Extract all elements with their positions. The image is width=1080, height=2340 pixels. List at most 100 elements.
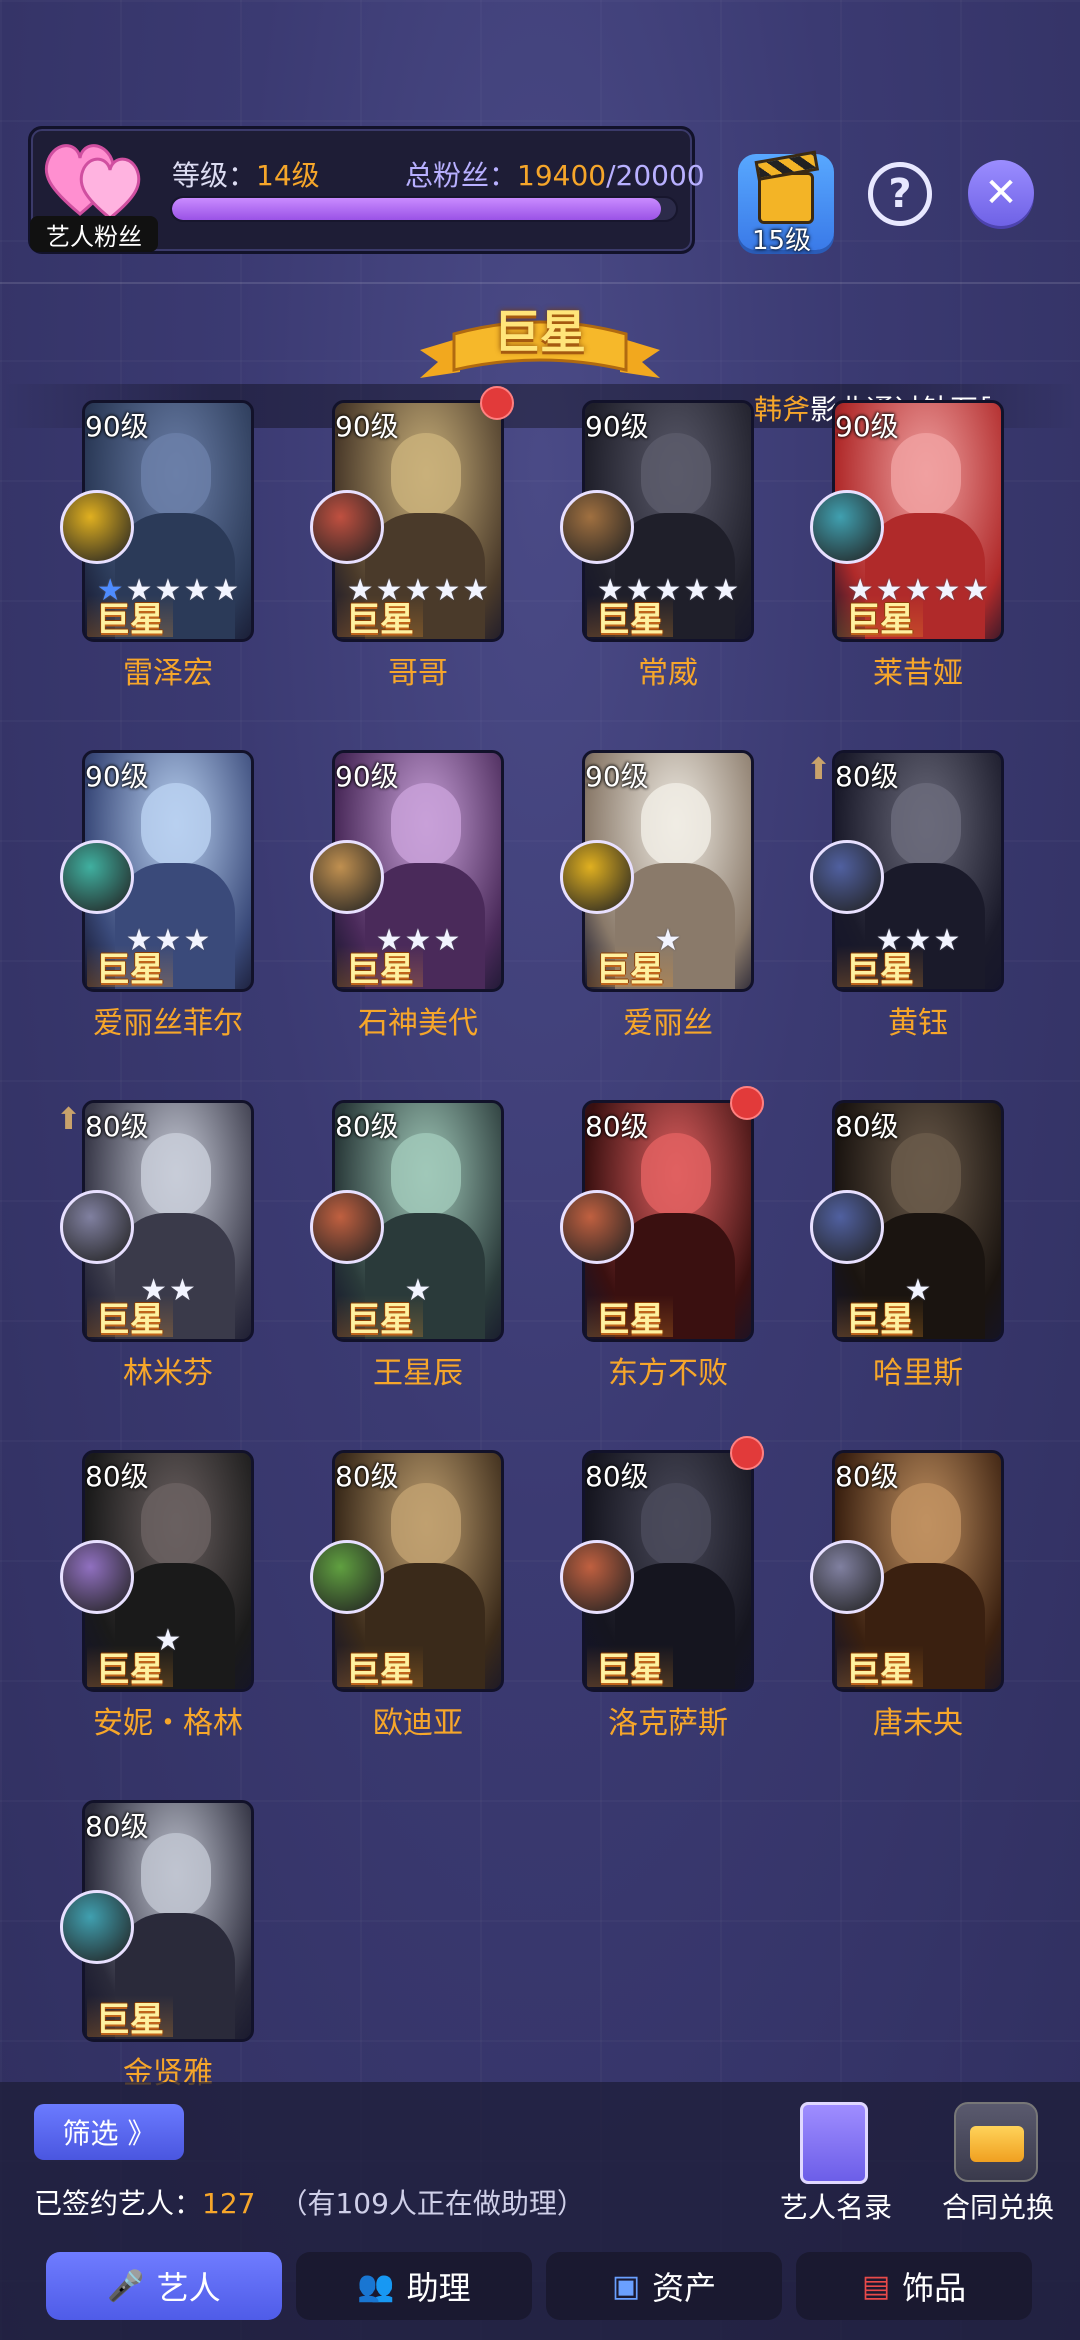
close-icon: ✕ [984,170,1018,216]
star-icon: ★ [183,573,211,608]
artist-rank: 巨星 [587,1645,673,1689]
clapperboard-icon [758,172,814,224]
artist-name: 欧迪亚 [373,1706,463,1741]
tab-artists[interactable]: 🎤 艺人 [46,2252,282,2320]
artist-name: 哈里斯 [873,1356,963,1391]
artist-level: 80级 [335,1460,399,1493]
question-icon: ? [888,171,912,217]
artist-rank: 巨星 [837,945,923,989]
fans-text: 总粉丝：19400/20000 [405,154,705,194]
genre-badge-icon [810,840,884,914]
artist-name: 黄钰 [888,1006,948,1041]
tab-assistants-label: 助理 [406,2269,471,2307]
star-icon: ★ [933,923,961,958]
genre-badge-icon [60,1540,134,1614]
star-icon: ★ [183,923,211,958]
genre-badge-icon [60,1890,134,1964]
artist-rank: 巨星 [337,595,423,639]
artist-level: 80级 [835,1110,899,1143]
genre-badge-icon [60,840,134,914]
hearts-icon [44,144,141,220]
artist-name: 林米芬 [123,1356,213,1391]
tab-assets-label: 资产 [652,2269,717,2307]
notification-dot [730,1436,764,1470]
rank-banner-title: 巨星 [494,305,586,359]
star-icon: ★ [683,573,711,608]
artist-rank: 巨星 [87,1295,173,1339]
artist-level: 90级 [585,410,649,443]
artist-figure [141,1483,211,1567]
artist-figure [891,1133,961,1217]
microphone-icon: 🎤 [107,2268,145,2304]
artist-name: 爱丽丝菲尔 [93,1006,243,1041]
artist-figure [891,433,961,517]
artist-level: 80级 [835,760,899,793]
artist-rank: 巨星 [87,1645,173,1689]
roster-book-icon[interactable] [800,2102,868,2184]
genre-badge-icon [310,840,384,914]
fans-prefix: 总粉丝： [405,159,518,192]
tab-accessories-label: 饰品 [902,2269,967,2307]
artist-figure [141,783,211,867]
genre-badge-icon [560,490,634,564]
artist-level: 90级 [335,760,399,793]
level-prefix: 等级： [172,159,257,192]
assistant-note: （有109人正在做助理） [279,2187,585,2220]
close-button[interactable]: ✕ [968,160,1034,226]
signed-count: 127 [202,2187,256,2220]
artist-level: 80级 [585,1460,649,1493]
artist-figure [141,1133,211,1217]
artist-name: 石神美代 [358,1006,478,1041]
genre-badge-icon [810,1190,884,1264]
artist-figure [391,783,461,867]
filter-button[interactable]: 筛选 》 [34,2104,184,2160]
header-divider [0,282,1080,284]
tab-accessories[interactable]: ▤ 饰品 [796,2252,1032,2320]
artist-level: 90级 [85,760,149,793]
upgrade-arrow-icon: ⬆ [56,1102,82,1137]
film-level: 15级 [752,226,812,256]
genre-badge-icon [810,1540,884,1614]
fan-label: 艺人粉丝 [30,216,158,252]
upgrade-arrow-icon: ⬆ [806,752,832,787]
artist-figure [641,783,711,867]
artist-rank: 巨星 [337,1645,423,1689]
artist-level: 90级 [85,410,149,443]
artist-rank: 巨星 [837,595,923,639]
artist-level: 80级 [335,1110,399,1143]
star-icon: ★ [933,573,961,608]
artist-figure [141,1833,211,1917]
notification-dot [730,1086,764,1120]
genre-badge-icon [310,490,384,564]
artist-name: 常威 [638,656,698,691]
artist-name: 爱丽丝 [623,1006,713,1041]
assistant-icon: 👥 [357,2268,395,2304]
genre-badge-icon [560,840,634,914]
artist-level: 80级 [85,1810,149,1843]
genre-badge-icon [60,490,134,564]
artist-level: 90级 [335,410,399,443]
tab-artists-label: 艺人 [156,2269,221,2307]
fans-progress-fill [172,198,661,220]
assets-icon: ▣ [611,2268,641,2304]
artist-rank: 巨星 [837,1645,923,1689]
artist-name: 雷泽宏 [123,656,213,691]
artist-name: 王星辰 [373,1356,463,1391]
signed-prefix: 已签约艺人： [34,2187,203,2220]
artist-rank: 巨星 [587,945,673,989]
genre-badge-icon [560,1190,634,1264]
tab-assistants[interactable]: 👥 助理 [296,2252,532,2320]
help-button[interactable]: ? [868,162,932,226]
artist-figure [391,433,461,517]
contract-folder-icon[interactable] [954,2102,1038,2182]
marquee-name: 韩斧 [754,393,811,426]
accessory-icon: ▤ [861,2268,891,2304]
genre-badge-icon [810,490,884,564]
tab-assets[interactable]: ▣ 资产 [546,2252,782,2320]
signed-artists-text: 已签约艺人：127 （有109人正在做助理） [34,2182,585,2222]
roster-label[interactable]: 艺人名录 [780,2186,892,2226]
artist-name: 安妮・格林 [93,1706,243,1741]
artist-figure [891,1483,961,1567]
contract-label[interactable]: 合同兑换 [942,2186,1054,2226]
artist-figure [641,433,711,517]
